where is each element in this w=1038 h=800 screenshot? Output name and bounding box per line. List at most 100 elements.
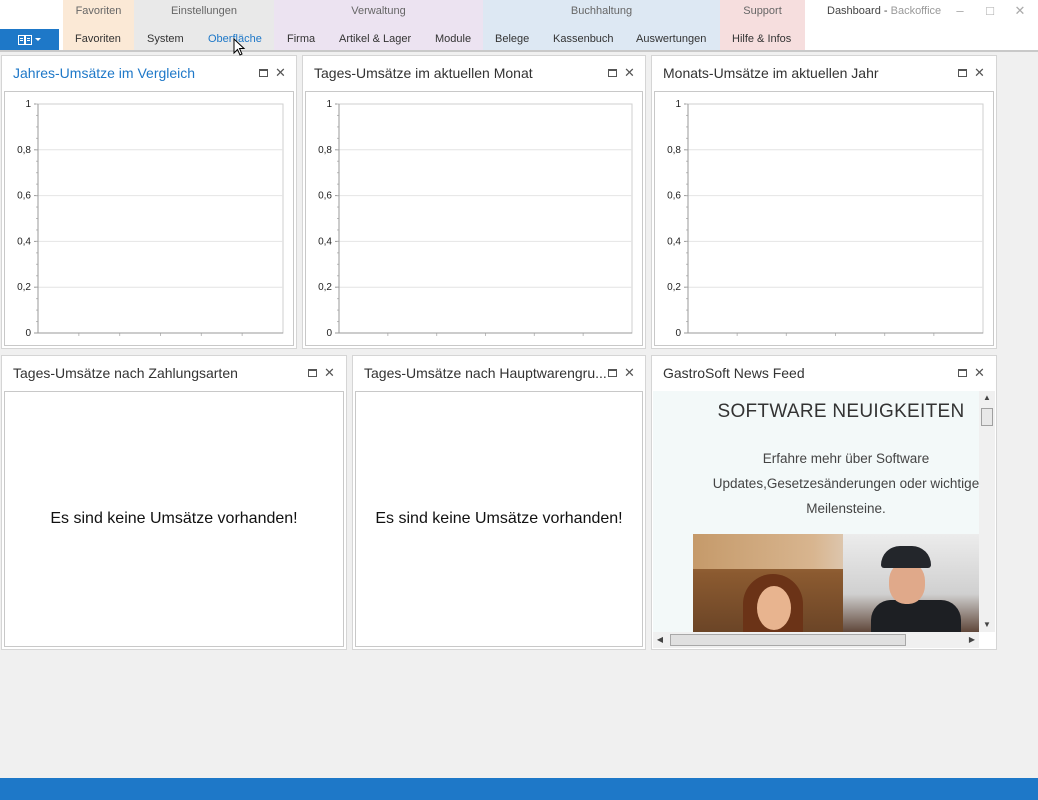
minimize-icon[interactable]: – [952,3,968,19]
chart-monthly-year-sales: 1 0,8 0,6 0,4 0,2 0 [667,99,984,339]
plot-area [687,103,984,334]
panel-header: Monats-Umsätze im aktuellen Jahr ✕ [652,56,996,90]
ribbon-group-verwaltung: Verwaltung Firma Artikel & Lager Module [274,0,483,50]
y-tick-label: 0,6 [667,191,681,202]
horizontal-scrollbar[interactable]: ◀ ▶ [653,632,979,648]
panel-maximize-icon[interactable] [958,69,967,77]
panel-daily-month-sales: Tages-Umsätze im aktuellen Monat ✕ 1 0,8 0… [302,55,646,349]
panel-close-icon[interactable]: ✕ [275,66,286,79]
ribbon-group-support: Support Hilfe & Infos [720,0,805,50]
y-tick-label: 0,8 [318,145,332,156]
tab-belege[interactable]: Belege [495,33,529,45]
y-tick-label: 0 [25,328,31,339]
y-tick-label: 0,2 [667,282,681,293]
news-browser[interactable]: SOFTWARE NEUIGKEITEN Erfahre mehr über S… [653,391,995,648]
tab-auswertungen[interactable]: Auswertungen [636,33,706,45]
panel-close-icon[interactable]: ✕ [974,66,985,79]
news-content[interactable]: SOFTWARE NEUIGKEITEN Erfahre mehr über S… [653,391,979,632]
scroll-down-icon[interactable]: ▼ [979,618,995,632]
image-person [881,546,931,568]
y-tick-label: 1 [25,99,31,110]
panel-close-icon[interactable]: ✕ [974,366,985,379]
scroll-right-icon[interactable]: ▶ [965,632,979,648]
tab-artikel-lager[interactable]: Artikel & Lager [339,33,411,45]
news-text: Erfahre mehr über Software Updates,Geset… [712,451,979,516]
scrollbar-thumb[interactable] [670,634,906,646]
window-title: Dashboard - Backoffice [827,5,941,17]
y-tick-label: 0,8 [667,145,681,156]
ribbon-group-title[interactable]: Buchhaltung [483,5,720,17]
tab-favoriten[interactable]: Favoriten [75,33,121,45]
caret-down-icon [35,38,41,41]
ribbon-group-title[interactable]: Support [720,5,805,17]
y-tick-label: 0,2 [318,282,332,293]
window-title-sub: Backoffice [890,5,942,17]
vertical-scrollbar[interactable]: ▲ ▼ [979,391,995,632]
book-icon [18,34,32,45]
panel-header: Tages-Umsätze nach Hauptwarengru... ✕ [353,356,645,390]
panel-payment-types: Tages-Umsätze nach Zahlungsarten ✕ Es si… [1,355,347,650]
y-tick-label: 0,4 [318,236,332,247]
panel-title: Monats-Umsätze im aktuellen Jahr [663,65,879,81]
scrollbar-thumb[interactable] [981,408,993,426]
ribbon-divider [0,50,1038,52]
chart-yearly-sales: 1 0,8 0,6 0,4 0,2 0 [17,99,284,339]
y-tick-label: 0,8 [17,145,31,156]
plot-area [37,103,284,334]
panel-maximize-icon[interactable] [308,369,317,377]
close-icon[interactable]: ✕ [1012,3,1028,19]
panel-maximize-icon[interactable] [608,69,617,77]
y-tick-label: 0,6 [17,191,31,202]
image-person [757,586,791,630]
panel-title: Tages-Umsätze nach Zahlungsarten [13,365,238,381]
y-tick-label: 0,2 [17,282,31,293]
empty-message: Es sind keine Umsätze vorhanden! [50,510,298,527]
y-tick-label: 0 [326,328,332,339]
panel-title: Jahres-Umsätze im Vergleich [13,65,196,81]
tab-kassenbuch[interactable]: Kassenbuch [553,33,614,45]
chart-area: 1 0,8 0,6 0,4 0,2 0 [305,91,643,346]
ribbon-group-buchhaltung: Buchhaltung Belege Kassenbuch Auswertung… [483,0,720,50]
scroll-up-icon[interactable]: ▲ [979,391,995,405]
panel-yearly-sales: Jahres-Umsätze im Vergleich ✕ 1 0,8 0,6 0,4… [1,55,297,349]
scroll-left-icon[interactable]: ◀ [653,632,667,648]
tab-module[interactable]: Module [435,33,471,45]
panel-header: GastroSoft News Feed ✕ [652,356,996,390]
news-heading: SOFTWARE NEUIGKEITEN [717,401,965,422]
tab-hilfe-infos[interactable]: Hilfe & Infos [732,33,791,45]
tab-system[interactable]: System [147,33,184,45]
panel-close-icon[interactable]: ✕ [624,66,635,79]
window-title-separator: - [880,5,891,17]
ribbon: Favoriten Favoriten Einstellungen System… [0,0,1038,50]
ribbon-group-favoriten: Favoriten Favoriten [63,0,134,50]
chart-area: 1 0,8 0,6 0,4 0,2 0 [654,91,994,346]
chart-area: 1 0,8 0,6 0,4 0,2 0 [4,91,294,346]
image-person [889,562,925,604]
panel-main-groups: Tages-Umsätze nach Hauptwarengru... ✕ Es… [352,355,646,650]
panel-monthly-year-sales: Monats-Umsätze im aktuellen Jahr ✕ 1 0,8 0… [651,55,997,349]
panel-close-icon[interactable]: ✕ [324,366,335,379]
panel-content: Es sind keine Umsätze vorhanden! [355,391,643,647]
panel-maximize-icon[interactable] [259,69,268,77]
y-tick-label: 0 [675,328,681,339]
panel-header: Jahres-Umsätze im Vergleich ✕ [2,56,296,90]
empty-message: Es sind keine Umsätze vorhanden! [375,510,623,527]
tab-firma[interactable]: Firma [287,33,315,45]
ribbon-group-title[interactable]: Favoriten [63,5,134,17]
panel-maximize-icon[interactable] [608,369,617,377]
status-bar [0,778,1038,800]
y-tick-label: 1 [675,99,681,110]
panel-title: GastroSoft News Feed [663,365,805,381]
panel-header: Tages-Umsätze im aktuellen Monat ✕ [303,56,645,90]
panel-content: Es sind keine Umsätze vorhanden! [4,391,344,647]
panel-close-icon[interactable]: ✕ [624,366,635,379]
news-image[interactable] [693,534,979,632]
maximize-icon[interactable]: □ [982,3,998,19]
app-menu-button[interactable] [0,29,59,50]
ribbon-group-title[interactable]: Verwaltung [274,5,483,17]
ribbon-group-title[interactable]: Einstellungen [134,5,274,17]
panel-maximize-icon[interactable] [958,369,967,377]
panel-title: Tages-Umsätze nach Hauptwarengru... [364,365,607,381]
y-tick-label: 0,4 [667,236,681,247]
window-title-main: Dashboard [827,5,881,17]
